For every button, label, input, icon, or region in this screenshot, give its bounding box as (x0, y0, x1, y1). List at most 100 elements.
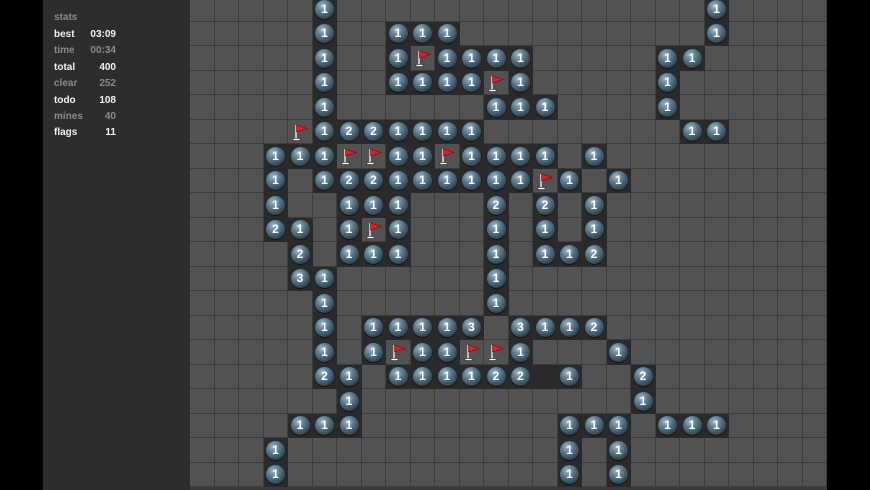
covered-cell[interactable] (802, 168, 827, 193)
covered-cell[interactable] (435, 389, 460, 414)
number-cell[interactable]: 1 (680, 119, 705, 144)
covered-cell[interactable] (704, 46, 729, 71)
number-cell[interactable]: 1 (263, 144, 288, 169)
covered-cell[interactable] (704, 438, 729, 463)
number-cell[interactable]: 1 (533, 242, 558, 267)
covered-cell[interactable] (410, 217, 435, 242)
covered-cell[interactable] (190, 144, 215, 169)
covered-cell[interactable] (802, 119, 827, 144)
covered-cell[interactable] (361, 266, 386, 291)
covered-cell[interactable] (778, 168, 803, 193)
covered-cell[interactable] (582, 291, 607, 316)
covered-cell[interactable] (288, 0, 313, 22)
covered-cell[interactable] (361, 46, 386, 71)
covered-cell[interactable] (606, 364, 631, 389)
covered-cell[interactable] (631, 291, 656, 316)
covered-cell[interactable] (190, 95, 215, 120)
covered-cell[interactable] (288, 70, 313, 95)
covered-cell[interactable] (361, 0, 386, 22)
covered-cell[interactable] (508, 119, 533, 144)
covered-cell[interactable] (337, 0, 362, 22)
covered-cell[interactable] (435, 462, 460, 487)
covered-cell[interactable] (582, 364, 607, 389)
number-cell[interactable]: 2 (484, 364, 509, 389)
covered-cell[interactable] (508, 217, 533, 242)
covered-cell[interactable] (508, 0, 533, 22)
covered-cell[interactable] (729, 242, 754, 267)
covered-cell[interactable] (263, 389, 288, 414)
covered-cell[interactable] (655, 0, 680, 22)
covered-cell[interactable] (680, 144, 705, 169)
covered-cell[interactable] (753, 438, 778, 463)
covered-cell[interactable] (288, 168, 313, 193)
covered-cell[interactable] (631, 21, 656, 46)
covered-cell[interactable] (753, 168, 778, 193)
covered-cell[interactable] (753, 389, 778, 414)
covered-cell[interactable] (655, 364, 680, 389)
covered-cell[interactable] (410, 462, 435, 487)
covered-cell[interactable] (582, 438, 607, 463)
covered-cell[interactable] (753, 95, 778, 120)
covered-cell[interactable] (533, 0, 558, 22)
covered-cell[interactable] (533, 413, 558, 438)
covered-cell[interactable] (435, 193, 460, 218)
covered-cell[interactable] (386, 95, 411, 120)
covered-cell[interactable] (729, 144, 754, 169)
number-cell[interactable]: 2 (361, 168, 386, 193)
number-cell[interactable]: 1 (533, 95, 558, 120)
covered-cell[interactable] (582, 0, 607, 22)
covered-cell[interactable] (508, 266, 533, 291)
covered-cell[interactable] (631, 70, 656, 95)
covered-cell[interactable] (582, 70, 607, 95)
covered-cell[interactable] (435, 217, 460, 242)
covered-cell[interactable] (778, 0, 803, 22)
number-cell[interactable]: 1 (704, 0, 729, 22)
covered-cell[interactable] (631, 193, 656, 218)
number-cell[interactable]: 1 (606, 168, 631, 193)
covered-cell[interactable] (655, 21, 680, 46)
covered-cell[interactable] (631, 266, 656, 291)
number-cell[interactable]: 1 (484, 95, 509, 120)
covered-cell[interactable] (337, 438, 362, 463)
covered-cell[interactable] (337, 315, 362, 340)
number-cell[interactable]: 1 (263, 462, 288, 487)
covered-cell[interactable] (655, 438, 680, 463)
covered-cell[interactable] (729, 291, 754, 316)
covered-cell[interactable] (680, 21, 705, 46)
covered-cell[interactable] (655, 315, 680, 340)
covered-cell[interactable] (631, 144, 656, 169)
covered-cell[interactable] (582, 266, 607, 291)
covered-cell[interactable] (533, 291, 558, 316)
covered-cell[interactable] (680, 438, 705, 463)
number-cell[interactable]: 1 (312, 266, 337, 291)
covered-cell[interactable] (288, 291, 313, 316)
covered-cell[interactable] (386, 462, 411, 487)
covered-cell[interactable] (533, 46, 558, 71)
number-cell[interactable]: 1 (263, 193, 288, 218)
covered-cell[interactable] (459, 0, 484, 22)
covered-cell[interactable] (190, 389, 215, 414)
covered-cell[interactable] (655, 119, 680, 144)
covered-cell[interactable] (214, 0, 239, 22)
number-cell[interactable]: 1 (459, 168, 484, 193)
covered-cell[interactable] (435, 0, 460, 22)
covered-cell[interactable] (361, 291, 386, 316)
covered-cell[interactable] (410, 95, 435, 120)
covered-cell[interactable] (288, 46, 313, 71)
covered-cell[interactable] (655, 389, 680, 414)
covered-cell[interactable] (239, 119, 264, 144)
covered-cell[interactable] (802, 266, 827, 291)
covered-cell[interactable] (214, 119, 239, 144)
number-cell[interactable]: 1 (410, 70, 435, 95)
covered-cell[interactable] (778, 193, 803, 218)
number-cell[interactable]: 1 (337, 389, 362, 414)
covered-cell[interactable] (631, 413, 656, 438)
covered-cell[interactable] (680, 340, 705, 365)
covered-cell[interactable] (190, 340, 215, 365)
covered-cell[interactable] (582, 389, 607, 414)
covered-cell[interactable] (190, 21, 215, 46)
covered-cell[interactable] (361, 462, 386, 487)
number-cell[interactable]: 1 (459, 46, 484, 71)
number-cell[interactable]: 2 (337, 168, 362, 193)
covered-cell[interactable] (361, 389, 386, 414)
